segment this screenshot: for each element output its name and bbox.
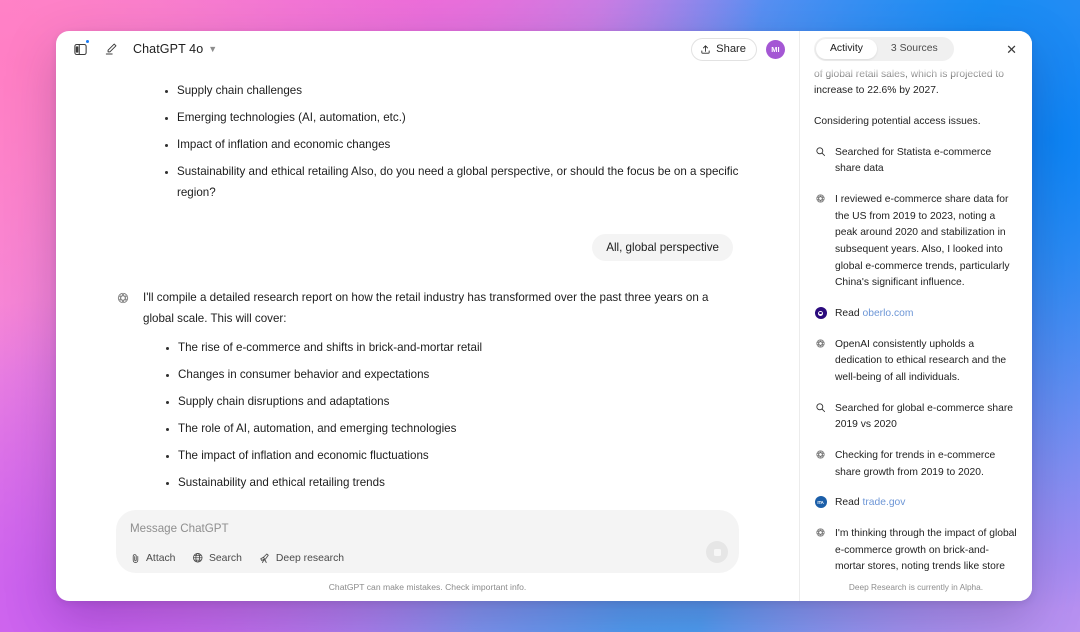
activity-item: Searched for global e-commerce share 201…: [814, 401, 1018, 434]
attach-label: Attach: [146, 552, 176, 564]
activity-item-read[interactable]: Read oberlo.com: [814, 306, 1018, 323]
globe-icon: [193, 553, 203, 563]
deep-research-label: Deep research: [275, 552, 345, 564]
activity-text: Read trade.gov: [835, 495, 1018, 512]
chat-pane: ChatGPT 4o ▼ Share MI Supply chain chall…: [56, 31, 800, 601]
activity-item: Considering potential access issues.: [814, 114, 1018, 131]
activity-text: I reviewed e-commerce share data for the…: [835, 194, 1010, 289]
sidebar-topbar: Activity 3 Sources ✕: [800, 31, 1032, 67]
compose-pencil-icon[interactable]: [100, 38, 122, 60]
list-item: Changes in consumer behavior and expecta…: [161, 365, 717, 386]
openai-icon: [814, 338, 827, 387]
activity-text: In 2023, e-commerce holds a 19.4% share …: [814, 68, 1005, 97]
favicon-oberlo-icon: [814, 307, 827, 323]
chevron-down-icon: ▼: [208, 43, 218, 54]
activity-item: OpenAI consistently upholds a dedication…: [814, 337, 1018, 387]
openai-icon: [814, 449, 827, 481]
activity-item: I reviewed e-commerce share data for the…: [814, 192, 1018, 292]
assistant-message-body: I'll compile a detailed research report …: [143, 287, 717, 510]
composer-disclaimer: ChatGPT can make mistakes. Check importa…: [328, 582, 527, 592]
avatar-initials: MI: [771, 44, 780, 54]
activity-text: OpenAI consistently upholds a dedication…: [835, 338, 1007, 384]
openai-logo-icon: [116, 291, 130, 510]
activity-item: I'm thinking through the impact of globa…: [814, 526, 1018, 573]
activity-item: In 2023, e-commerce holds a 19.4% share …: [814, 67, 1018, 100]
activity-sidebar: Activity 3 Sources ✕ In 2023, e-commerce…: [800, 31, 1032, 601]
share-upload-icon: [701, 44, 710, 54]
share-button[interactable]: Share: [691, 37, 757, 61]
activity-item-read[interactable]: ITA Read trade.gov: [814, 495, 1018, 512]
list-item: The role of AI, automation, and emerging…: [161, 419, 717, 440]
list-item: Impact of inflation and economic changes: [160, 135, 739, 156]
ita-favicon: ITA: [814, 496, 827, 509]
tab-sources[interactable]: 3 Sources: [877, 39, 952, 59]
prompt-followup-bullets: Supply chain challenges Emerging technol…: [116, 72, 739, 204]
sidebar-panel-icon[interactable]: [69, 38, 91, 60]
search-icon: [814, 146, 827, 178]
list-item: Emerging technologies (AI, automation, e…: [160, 108, 739, 129]
activity-text: I'm thinking through the impact of globa…: [835, 528, 1017, 573]
message-input[interactable]: Message ChatGPT: [130, 522, 725, 535]
list-item: The impact of inflation and economic flu…: [161, 446, 717, 467]
composer-tools: Attach Search Deep research: [130, 552, 725, 564]
source-link[interactable]: trade.gov: [862, 497, 905, 508]
oberlo-favicon: [814, 307, 827, 320]
search-icon: [814, 402, 827, 434]
chat-transcript[interactable]: Supply chain challenges Emerging technol…: [56, 67, 799, 510]
search-button[interactable]: Search: [192, 552, 242, 564]
message-composer[interactable]: Message ChatGPT Attach Search Deep resea…: [116, 510, 739, 573]
assistant-message: I'll compile a detailed research report …: [116, 287, 739, 510]
model-name-label: ChatGPT 4o: [133, 42, 204, 56]
tab-activity[interactable]: Activity: [816, 39, 877, 59]
sidebar-footer: Deep Research is currently in Alpha.: [848, 582, 984, 592]
activity-text: Searched for global e-commerce share 201…: [835, 402, 1013, 431]
source-link[interactable]: oberlo.com: [862, 308, 913, 319]
chat-topbar: ChatGPT 4o ▼ Share MI: [56, 31, 799, 67]
activity-text: Considering potential access issues.: [814, 116, 981, 128]
list-item: Supply chain disruptions and adaptations: [161, 392, 717, 413]
activity-text: Checking for trends in e-commerce share …: [835, 450, 996, 478]
search-label: Search: [208, 552, 242, 564]
app-window: ChatGPT 4o ▼ Share MI Supply chain chall…: [56, 31, 1032, 601]
openai-icon: [814, 193, 827, 292]
model-selector[interactable]: ChatGPT 4o ▼: [133, 42, 217, 56]
favicon-ita-icon: ITA: [814, 496, 827, 512]
deep-research-button[interactable]: Deep research: [259, 552, 344, 564]
list-item: Supply chain challenges: [160, 81, 739, 102]
read-prefix: Read: [835, 308, 863, 320]
assistant-intro-paragraph: I'll compile a detailed research report …: [143, 290, 709, 325]
share-label: Share: [716, 43, 746, 55]
sidebar-tabs: Activity 3 Sources: [814, 37, 954, 61]
close-icon[interactable]: ✕: [1003, 40, 1020, 59]
window-body: ChatGPT 4o ▼ Share MI Supply chain chall…: [56, 31, 1032, 601]
user-message-bubble: All, global perspective: [592, 233, 733, 261]
avatar[interactable]: MI: [766, 39, 785, 59]
activity-item: Searched for Statista e-commerce share d…: [814, 145, 1018, 178]
notification-dot-icon: [85, 39, 90, 44]
activity-text: Searched for Statista e-commerce share d…: [835, 146, 992, 175]
activity-text: Read oberlo.com: [835, 306, 1018, 323]
list-item: The rise of e-commerce and shifts in bri…: [161, 338, 717, 359]
composer-wrap: Message ChatGPT Attach Search Deep resea…: [56, 510, 799, 601]
paperclip-icon: [132, 553, 139, 563]
openai-icon: [814, 527, 827, 573]
user-message-row: All, global perspective: [116, 233, 733, 261]
attach-button[interactable]: Attach: [130, 553, 175, 564]
stop-square-icon[interactable]: [706, 541, 728, 563]
stop-glyph: [713, 548, 721, 556]
telescope-icon: [260, 553, 269, 563]
oberlo-glyph: [818, 310, 823, 316]
list-item: Sustainability and ethical retailing tre…: [161, 473, 717, 494]
assistant-bullets: The rise of e-commerce and shifts in bri…: [143, 338, 717, 494]
activity-list[interactable]: In 2023, e-commerce holds a 19.4% share …: [800, 67, 1032, 573]
list-item: Sustainability and ethical retailing Als…: [160, 162, 739, 203]
read-prefix: Read: [835, 497, 863, 509]
activity-item: Checking for trends in e-commerce share …: [814, 448, 1018, 481]
